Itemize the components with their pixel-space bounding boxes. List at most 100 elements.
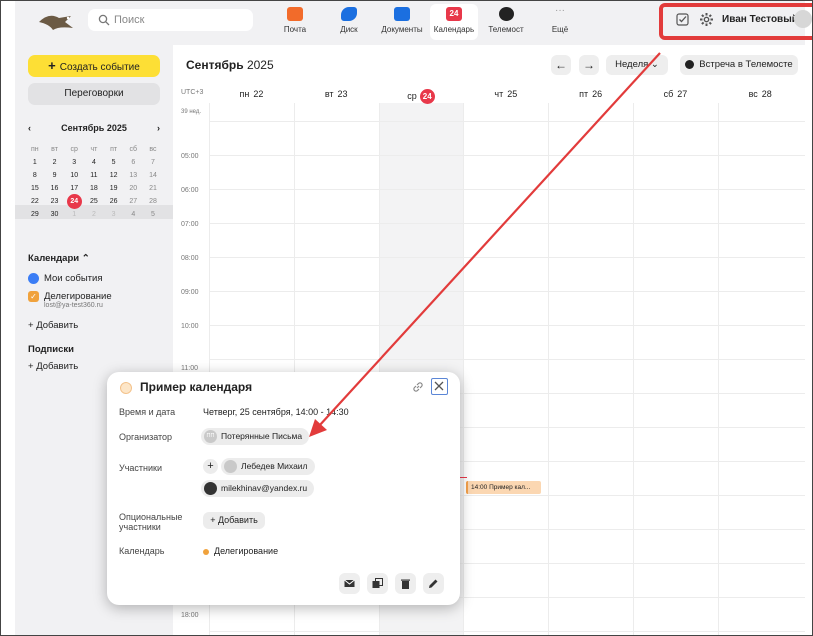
- mini-day[interactable]: 19: [104, 185, 124, 192]
- time-label: 06:00: [181, 187, 199, 194]
- day-column[interactable]: [463, 103, 548, 635]
- mini-day[interactable]: 26: [104, 198, 124, 205]
- month-name: Сентябрь: [186, 58, 244, 72]
- add-participant-button[interactable]: +: [203, 459, 218, 474]
- mini-day[interactable]: 4: [123, 211, 143, 218]
- prev-month-chevron-icon[interactable]: ‹: [28, 123, 31, 133]
- service-more-label: Ещё: [551, 25, 569, 34]
- mini-month-title: Сентябрь 2025: [61, 123, 127, 133]
- service-telemost-label: Телемост: [488, 25, 524, 34]
- service-disk[interactable]: Диск: [326, 4, 372, 40]
- mini-day[interactable]: 12: [104, 172, 124, 179]
- mini-week-row: 8 9 10 11 12 13 14: [25, 169, 163, 182]
- mini-day[interactable]: 2: [84, 211, 104, 218]
- datetime-value: Четверг, 25 сентября, 14:00 - 14:30: [203, 407, 349, 417]
- mini-day[interactable]: 29: [25, 211, 45, 218]
- trash-icon: [401, 579, 410, 589]
- mini-day[interactable]: 28: [143, 198, 163, 205]
- add-calendar-link[interactable]: + Добавить: [28, 320, 78, 331]
- email-button[interactable]: [339, 573, 360, 594]
- hour-line: [209, 325, 805, 326]
- mini-day[interactable]: 30: [45, 211, 65, 218]
- mini-day[interactable]: 20: [123, 185, 143, 192]
- mini-day[interactable]: 7: [143, 159, 163, 166]
- mini-day[interactable]: 5: [104, 159, 124, 166]
- delete-button[interactable]: [395, 573, 416, 594]
- hour-line: [209, 223, 805, 224]
- mini-day[interactable]: 1: [64, 211, 84, 218]
- mini-day[interactable]: 27: [123, 198, 143, 205]
- pencil-icon: [429, 579, 438, 588]
- mini-day[interactable]: 11: [84, 172, 104, 179]
- service-documents[interactable]: Документы: [377, 4, 427, 40]
- chevron-up-icon: ⌃: [81, 253, 90, 264]
- mini-day[interactable]: 4: [84, 159, 104, 166]
- participant-chip-2[interactable]: milekhinav@yandex.ru: [201, 480, 315, 497]
- subscriptions-title: Подписки: [28, 344, 74, 355]
- mini-day[interactable]: 18: [84, 185, 104, 192]
- create-event-button[interactable]: + Создать событие: [28, 55, 160, 77]
- event-color-dot: [120, 382, 132, 394]
- link-icon[interactable]: [411, 380, 425, 394]
- mini-day[interactable]: 23: [45, 198, 65, 205]
- mini-day[interactable]: 3: [104, 211, 124, 218]
- mini-day[interactable]: 16: [45, 185, 65, 192]
- mini-day[interactable]: 24: [64, 194, 84, 209]
- service-telemost[interactable]: Телемост: [482, 4, 530, 40]
- service-mail[interactable]: Почта: [272, 4, 318, 40]
- search-placeholder: Поиск: [114, 14, 145, 26]
- bird-logo-icon[interactable]: [37, 10, 75, 34]
- mini-day[interactable]: 3: [64, 159, 84, 166]
- service-calendar[interactable]: 24 Календарь: [430, 4, 478, 40]
- day-name: вт: [324, 89, 334, 99]
- mini-day[interactable]: 25: [84, 198, 104, 205]
- mini-day[interactable]: 21: [143, 185, 163, 192]
- participants-label: Участники: [119, 463, 162, 473]
- close-icon: [434, 381, 444, 391]
- prev-week-button[interactable]: ←: [551, 55, 571, 75]
- mini-day[interactable]: 1: [25, 159, 45, 166]
- participant-avatar: [224, 460, 237, 473]
- service-disk-label: Диск: [340, 25, 358, 34]
- organizer-chip[interactable]: ПП Потерянные Письма: [201, 428, 310, 445]
- day-column[interactable]: [717, 103, 803, 635]
- mini-day[interactable]: 6: [123, 159, 143, 166]
- add-optional-participant-button[interactable]: + Добавить: [203, 512, 265, 529]
- participant-chip[interactable]: Лебедев Михаил: [221, 458, 315, 475]
- calendar-event[interactable]: 14:00 Пример кал...: [466, 481, 541, 494]
- meeting-rooms-button[interactable]: Переговорки: [28, 83, 160, 105]
- mini-day[interactable]: 8: [25, 172, 45, 179]
- checkbox-checked-icon[interactable]: ✓: [28, 291, 39, 302]
- day-name: чт: [494, 89, 504, 99]
- mini-day[interactable]: 5: [143, 211, 163, 218]
- add-subscription-link[interactable]: + Добавить: [28, 361, 78, 372]
- day-column[interactable]: [633, 103, 718, 635]
- close-button[interactable]: [431, 378, 448, 395]
- mini-day[interactable]: 2: [45, 159, 65, 166]
- service-more[interactable]: ··· Ещё: [537, 4, 583, 40]
- time-label: 10:00: [181, 323, 199, 330]
- mini-day[interactable]: 10: [64, 172, 84, 179]
- participant-name: Лебедев Михаил: [241, 461, 308, 471]
- edit-button[interactable]: [423, 573, 444, 594]
- telemost-meeting-button[interactable]: Встреча в Телемосте: [680, 55, 798, 75]
- mini-day[interactable]: 22: [25, 198, 45, 205]
- mini-day[interactable]: 17: [64, 185, 84, 192]
- day-name: сб: [663, 89, 674, 99]
- mini-day[interactable]: 9: [45, 172, 65, 179]
- add-calendar-label: Добавить: [36, 320, 79, 331]
- mini-day[interactable]: 13: [123, 172, 143, 179]
- calendar-delegation[interactable]: ✓ Делегирование lost@ya-test360.ru: [28, 291, 112, 309]
- calendars-section-title[interactable]: Календари ⌃: [28, 253, 90, 264]
- day-column[interactable]: [548, 103, 633, 635]
- search-input[interactable]: Поиск: [88, 9, 253, 31]
- duplicate-button[interactable]: [367, 573, 388, 594]
- my-events-color-icon: [28, 273, 39, 284]
- mini-day[interactable]: 14: [143, 172, 163, 179]
- view-select[interactable]: Неделя ⌄: [606, 55, 668, 75]
- next-week-button[interactable]: →: [579, 55, 599, 75]
- mini-weekday: ср: [70, 146, 78, 153]
- mini-day[interactable]: 15: [25, 185, 45, 192]
- calendar-my-events[interactable]: Мои события: [28, 273, 102, 284]
- next-month-chevron-icon[interactable]: ›: [157, 123, 160, 133]
